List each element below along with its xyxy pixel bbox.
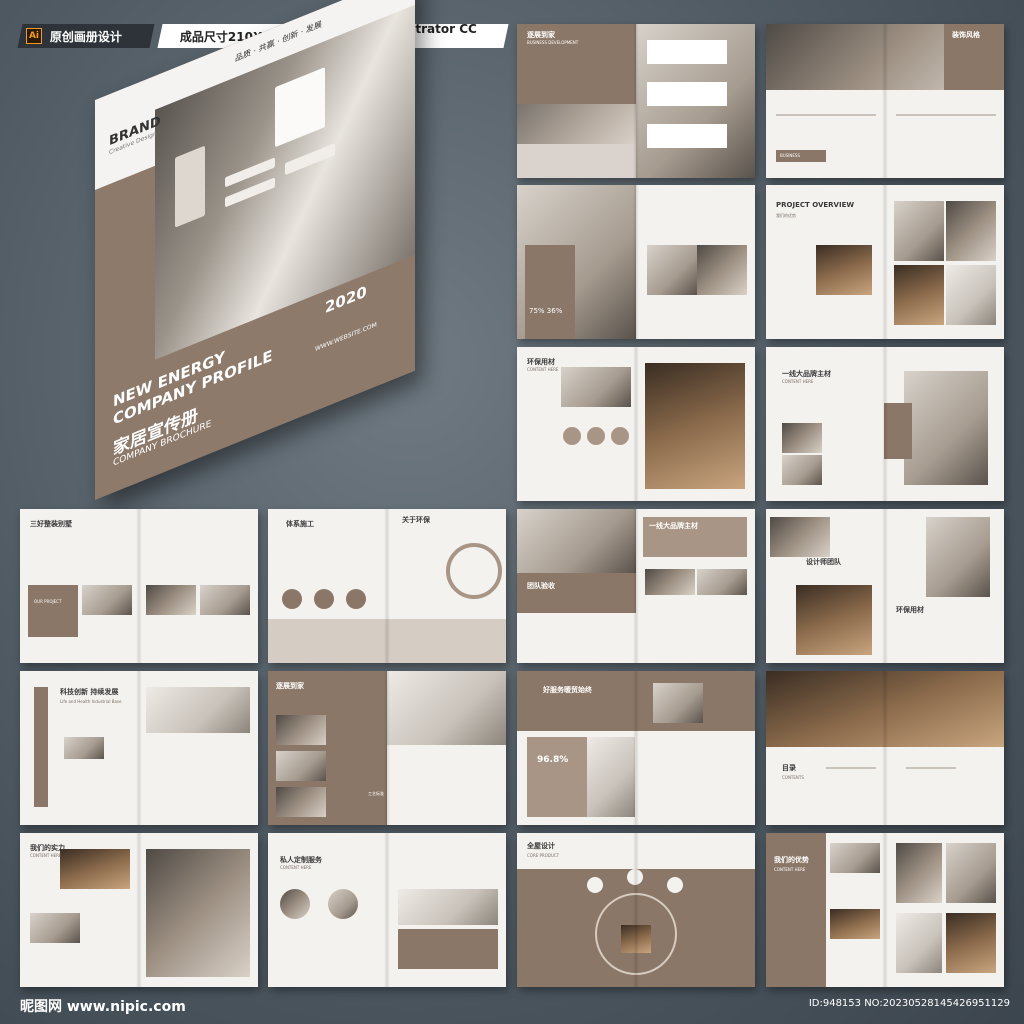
spread-18: 我们的优势 CONTENT HERE bbox=[766, 833, 1004, 987]
cover-page: BRAND Creative Design 品质 · 共赢 · 创新 · 发展 … bbox=[95, 0, 415, 500]
spread-13: 好服务暖贸始终 96.8% bbox=[517, 671, 755, 825]
spread-subtitle: CONTENT HERE bbox=[30, 853, 62, 858]
spread-title: 逐展到家 bbox=[276, 682, 304, 690]
spread-8: 体系施工 关于环保 bbox=[268, 509, 506, 663]
spread-title: 逐展到家 bbox=[527, 31, 555, 39]
spread-subtitle: CORE PRODUCT bbox=[527, 853, 560, 858]
spread-17: 全屋设计 CORE PRODUCT bbox=[517, 833, 755, 987]
spread-7: 三好整装别墅 OUR PROJECT bbox=[20, 509, 258, 663]
spread-subtitle: 关于环保 bbox=[402, 516, 430, 524]
spread-title: 一线大品牌主材 bbox=[649, 522, 698, 530]
hanging-shirt bbox=[175, 145, 205, 228]
spread-11: 科技创新 持续发展 Life and Health Industrial Bas… bbox=[20, 671, 258, 825]
spread-subtitle: 96.8% bbox=[537, 755, 569, 765]
spread-5: 环保用材 CONTENT HERE bbox=[517, 347, 755, 501]
spread-subtitle: CONTENT HERE bbox=[782, 379, 814, 384]
spread-12: 逐展到家 工艺标准 bbox=[268, 671, 506, 825]
brochure-cover: BRAND Creative Design 品质 · 共赢 · 创新 · 发展 … bbox=[40, 0, 490, 500]
spread-subtitle: OUR PROJECT bbox=[34, 599, 62, 604]
spread-14: 目录 CONTENTS bbox=[766, 671, 1004, 825]
spread-16: 私人定制服务 CONTENT HERE bbox=[268, 833, 506, 987]
spread-title: 私人定制服务 bbox=[280, 856, 322, 864]
spread-title: 我们的实力 bbox=[30, 844, 65, 852]
spread-2: 装饰风格 BUSINESS bbox=[766, 24, 1004, 178]
spread-subtitle: BUSINESS bbox=[780, 153, 800, 158]
spread-subtitle: CONTENT HERE bbox=[280, 865, 312, 870]
spread-subtitle: 环保用材 bbox=[896, 606, 924, 614]
spread-1: 逐展到家 BUSINESS DEVELOPMENT bbox=[517, 24, 755, 178]
spread-subtitle: 团队验收 bbox=[527, 582, 555, 590]
image-id-watermark: ID:948153 NO:20230528145426951129 bbox=[808, 998, 1010, 1009]
spread-subtitle: Life and Health Industrial Base bbox=[60, 699, 122, 704]
spread-title: 装饰风格 bbox=[952, 31, 980, 39]
spread-stats: 75% 36% bbox=[529, 307, 563, 315]
spread-4: PROJECT OVERVIEW 我们的优势 bbox=[766, 185, 1004, 339]
spread-15: 我们的实力 CONTENT HERE bbox=[20, 833, 258, 987]
nipic-watermark: 昵图网 www.nipic.com bbox=[20, 999, 186, 1015]
spread-subtitle: BUSINESS DEVELOPMENT bbox=[527, 40, 579, 45]
spread-title: 三好整装别墅 bbox=[30, 520, 72, 528]
spread-subtitle: CONTENT HERE bbox=[527, 367, 559, 372]
spread-title: PROJECT OVERVIEW bbox=[776, 201, 855, 209]
spread-title: 科技创新 持续发展 bbox=[60, 688, 119, 696]
spread-subtitle: CONTENT HERE bbox=[774, 867, 806, 872]
spread-title: 目录 bbox=[782, 764, 796, 772]
spread-subtitle: 工艺标准 bbox=[368, 791, 384, 796]
spread-title: 我们的优势 bbox=[774, 856, 809, 864]
spread-subtitle: CONTENTS bbox=[782, 775, 804, 780]
spread-subtitle: 我们的优势 bbox=[776, 213, 796, 218]
original-design-label: 原创画册设计 bbox=[50, 29, 123, 44]
cover-website: WWW.WEBSITE.COM bbox=[315, 321, 377, 354]
spread-title: 全屋设计 bbox=[527, 842, 555, 850]
illustrator-icon: Ai bbox=[26, 28, 42, 44]
spread-10: 设计师团队 环保用材 bbox=[766, 509, 1004, 663]
spread-3: 75% 36% bbox=[517, 185, 755, 339]
spread-title: 好服务暖贸始终 bbox=[543, 686, 592, 694]
spread-title: 设计师团队 bbox=[806, 558, 841, 566]
spread-title: 一线大品牌主材 bbox=[782, 370, 831, 378]
spread-title: 环保用材 bbox=[527, 358, 555, 366]
original-design-badge: Ai 原创画册设计 bbox=[17, 24, 155, 48]
spread-6: 一线大品牌主材 CONTENT HERE bbox=[766, 347, 1004, 501]
spread-9: 一线大品牌主材 团队验收 bbox=[517, 509, 755, 663]
spread-title: 体系施工 bbox=[286, 520, 314, 528]
